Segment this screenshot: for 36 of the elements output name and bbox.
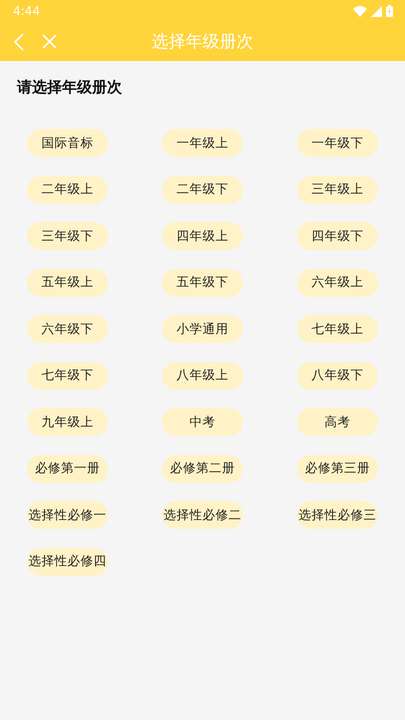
grade-chip[interactable]: 必修第三册: [297, 454, 378, 482]
grade-chip[interactable]: 一年级上: [162, 129, 243, 157]
grade-chip[interactable]: 二年级下: [162, 176, 243, 204]
grade-chip[interactable]: 必修第一册: [27, 454, 108, 482]
grade-chip[interactable]: 选择性必修三: [297, 501, 378, 529]
grade-chip[interactable]: 高考: [297, 408, 378, 436]
grade-chip[interactable]: 选择性必修二: [162, 501, 243, 529]
close-icon[interactable]: [42, 34, 57, 49]
grade-chip[interactable]: 必修第二册: [162, 454, 243, 482]
page-title: 选择年级册次: [152, 31, 254, 53]
grade-chip[interactable]: 六年级上: [297, 268, 378, 296]
grade-chip[interactable]: 三年级下: [27, 222, 108, 250]
grade-chip[interactable]: 小学通用: [162, 315, 243, 343]
grade-chip[interactable]: 八年级下: [297, 362, 378, 390]
grade-chip[interactable]: 一年级下: [297, 129, 378, 157]
grade-chip[interactable]: 七年级下: [27, 362, 108, 390]
grade-chip[interactable]: 七年级上: [297, 315, 378, 343]
grade-chip[interactable]: 九年级上: [27, 408, 108, 436]
wifi-icon: [353, 6, 367, 16]
grade-chip[interactable]: 四年级下: [297, 222, 378, 250]
back-icon[interactable]: [13, 32, 25, 50]
grade-chip[interactable]: 选择性必修一: [27, 501, 108, 529]
grade-chip[interactable]: 选择性必修四: [27, 548, 108, 576]
battery-icon: [386, 5, 393, 17]
grade-chip[interactable]: 国际音标: [27, 129, 108, 157]
grade-chip[interactable]: 中考: [162, 408, 243, 436]
status-time: 4:44: [13, 4, 40, 18]
section-heading: 请选择年级册次: [16, 77, 123, 98]
grade-chip[interactable]: 六年级下: [27, 315, 108, 343]
grade-chip[interactable]: 二年级上: [27, 176, 108, 204]
grade-chip[interactable]: 三年级上: [297, 176, 378, 204]
grade-chip[interactable]: 五年级下: [162, 268, 243, 296]
grade-chip[interactable]: 八年级上: [162, 362, 243, 390]
grade-chip[interactable]: 五年级上: [27, 268, 108, 296]
signal-icon: [371, 6, 382, 16]
grade-chip[interactable]: 四年级上: [162, 222, 243, 250]
